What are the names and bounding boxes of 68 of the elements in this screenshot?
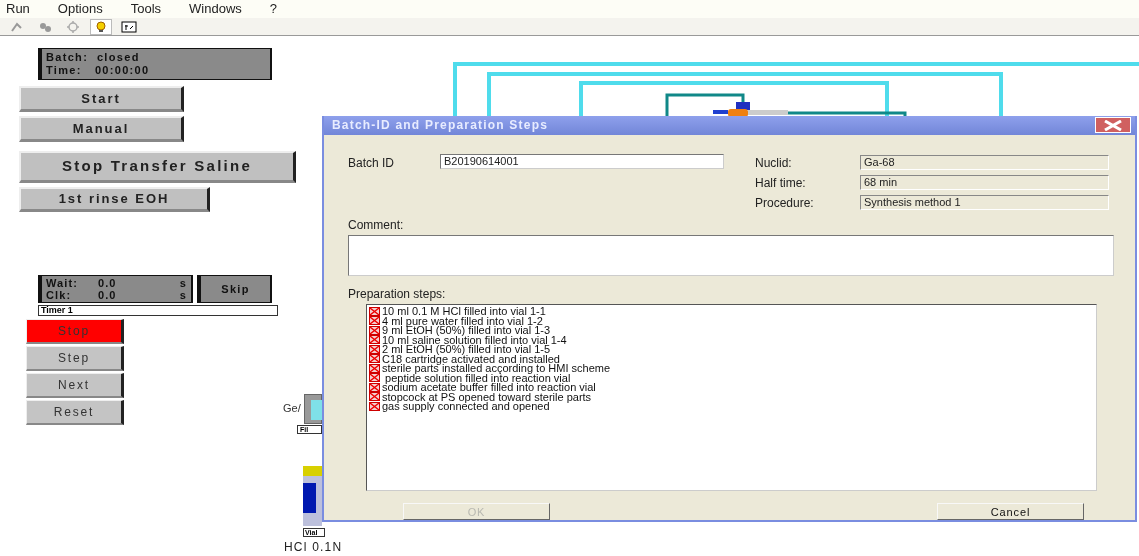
unit-label: s — [179, 277, 187, 289]
toolbar-button[interactable] — [90, 18, 112, 35]
close-button[interactable] — [1095, 117, 1131, 134]
info-field: Ga-68 — [860, 155, 1109, 171]
info-label: Procedure: — [755, 194, 815, 212]
menu-item[interactable]: Run — [6, 0, 30, 19]
unchecked-box-icon[interactable] — [369, 392, 380, 402]
steps-label: Preparation steps: — [348, 286, 447, 304]
batch-id-field[interactable]: B20190614001 — [440, 153, 724, 169]
unchecked-box-icon[interactable] — [369, 401, 380, 411]
generator-drawing — [304, 394, 322, 424]
step-item[interactable]: 2 ml EtOH (50%) filled into vial 1-5 — [369, 344, 1096, 354]
comment-label: Comment: — [348, 216, 405, 234]
unchecked-box-icon[interactable] — [369, 382, 380, 392]
clock-label: Clk: — [46, 289, 73, 301]
unchecked-box-icon[interactable] — [369, 373, 380, 383]
vial-drawing — [303, 466, 322, 526]
skip-button[interactable]: Skip — [197, 275, 272, 303]
sequence-button[interactable]: Manual — [19, 116, 184, 142]
step-text: 9 ml EtOH (50%) filled into vial 1-3 — [382, 325, 551, 336]
unchecked-box-icon[interactable] — [369, 363, 380, 373]
wait-value: 0.0 — [98, 277, 118, 289]
menu-item[interactable]: Windows — [189, 0, 242, 19]
control-button[interactable]: Reset — [26, 400, 124, 425]
info-field: 68 min — [860, 175, 1109, 191]
unchecked-box-icon[interactable] — [369, 344, 380, 354]
close-icon — [1103, 119, 1123, 131]
unit-label: s — [179, 289, 187, 301]
unchecked-box-icon[interactable] — [369, 325, 380, 335]
step-item[interactable]: stopcock at PS opened toward sterile parts — [369, 391, 1096, 402]
sequence-button[interactable]: 1st rinse EOH — [19, 187, 210, 212]
vial-caption: HCl 0.1N — [284, 539, 343, 556]
batch-status: Batch: closed — [46, 51, 141, 64]
toolbar-button[interactable] — [118, 18, 140, 35]
step-item[interactable]: sodium acetate buffer filled into reaction vial — [369, 382, 1096, 392]
batch-id-label: Batch ID — [348, 154, 396, 172]
info-label: Half time: — [755, 174, 807, 192]
unchecked-box-icon[interactable] — [369, 316, 380, 326]
unchecked-box-icon[interactable] — [369, 335, 380, 345]
dialog-title: Batch-ID and Preparation Steps — [332, 117, 549, 135]
info-label: Nuclid: — [755, 154, 793, 172]
info-field: Synthesis method 1 — [860, 195, 1109, 211]
step-text: 10 ml 0.1 M HCl filled into vial 1-1 — [382, 306, 546, 317]
step-item[interactable]: 4 ml pure water filled into vial 1-2 — [369, 315, 1096, 326]
batch-time: Time: 00:00:00 — [46, 64, 151, 77]
cancel-button[interactable]: Cancel — [937, 503, 1084, 520]
step-item[interactable]: 10 ml 0.1 M HCl filled into vial 1-1 — [369, 306, 1096, 316]
bulb-icon — [93, 18, 109, 35]
terminal-icon — [121, 18, 137, 35]
control-button[interactable]: Next — [26, 373, 124, 398]
step-text: 4 ml pure water filled into vial 1-2 — [382, 315, 543, 326]
unchecked-box-icon[interactable] — [369, 354, 380, 364]
sequence-button[interactable]: Stop Transfer Saline — [19, 151, 296, 183]
generator-label: Ge/ — [283, 401, 301, 416]
menu-item[interactable]: ? — [269, 0, 277, 19]
step-text: stopcock at PS opened toward sterile parts — [382, 391, 592, 402]
menu-item[interactable]: Tools — [130, 0, 162, 19]
sequence-button[interactable]: Start — [19, 86, 184, 112]
unchecked-box-icon[interactable] — [369, 306, 380, 316]
control-button[interactable]: Step — [26, 346, 124, 371]
menu-item[interactable]: Options — [57, 0, 103, 19]
step-text: sodium acetate buffer filled into reaction vial — [382, 382, 596, 393]
comment-field[interactable] — [348, 234, 1114, 277]
wait-label: Wait: — [46, 277, 79, 289]
clock-value: 0.0 — [98, 289, 118, 301]
step-item[interactable]: 9 ml EtOH (50%) filled into vial 1-3 — [369, 325, 1096, 335]
timer-name: Timer 1 — [38, 305, 278, 316]
step-text: 2 ml EtOH (50%) filled into vial 1-5 — [382, 344, 551, 355]
